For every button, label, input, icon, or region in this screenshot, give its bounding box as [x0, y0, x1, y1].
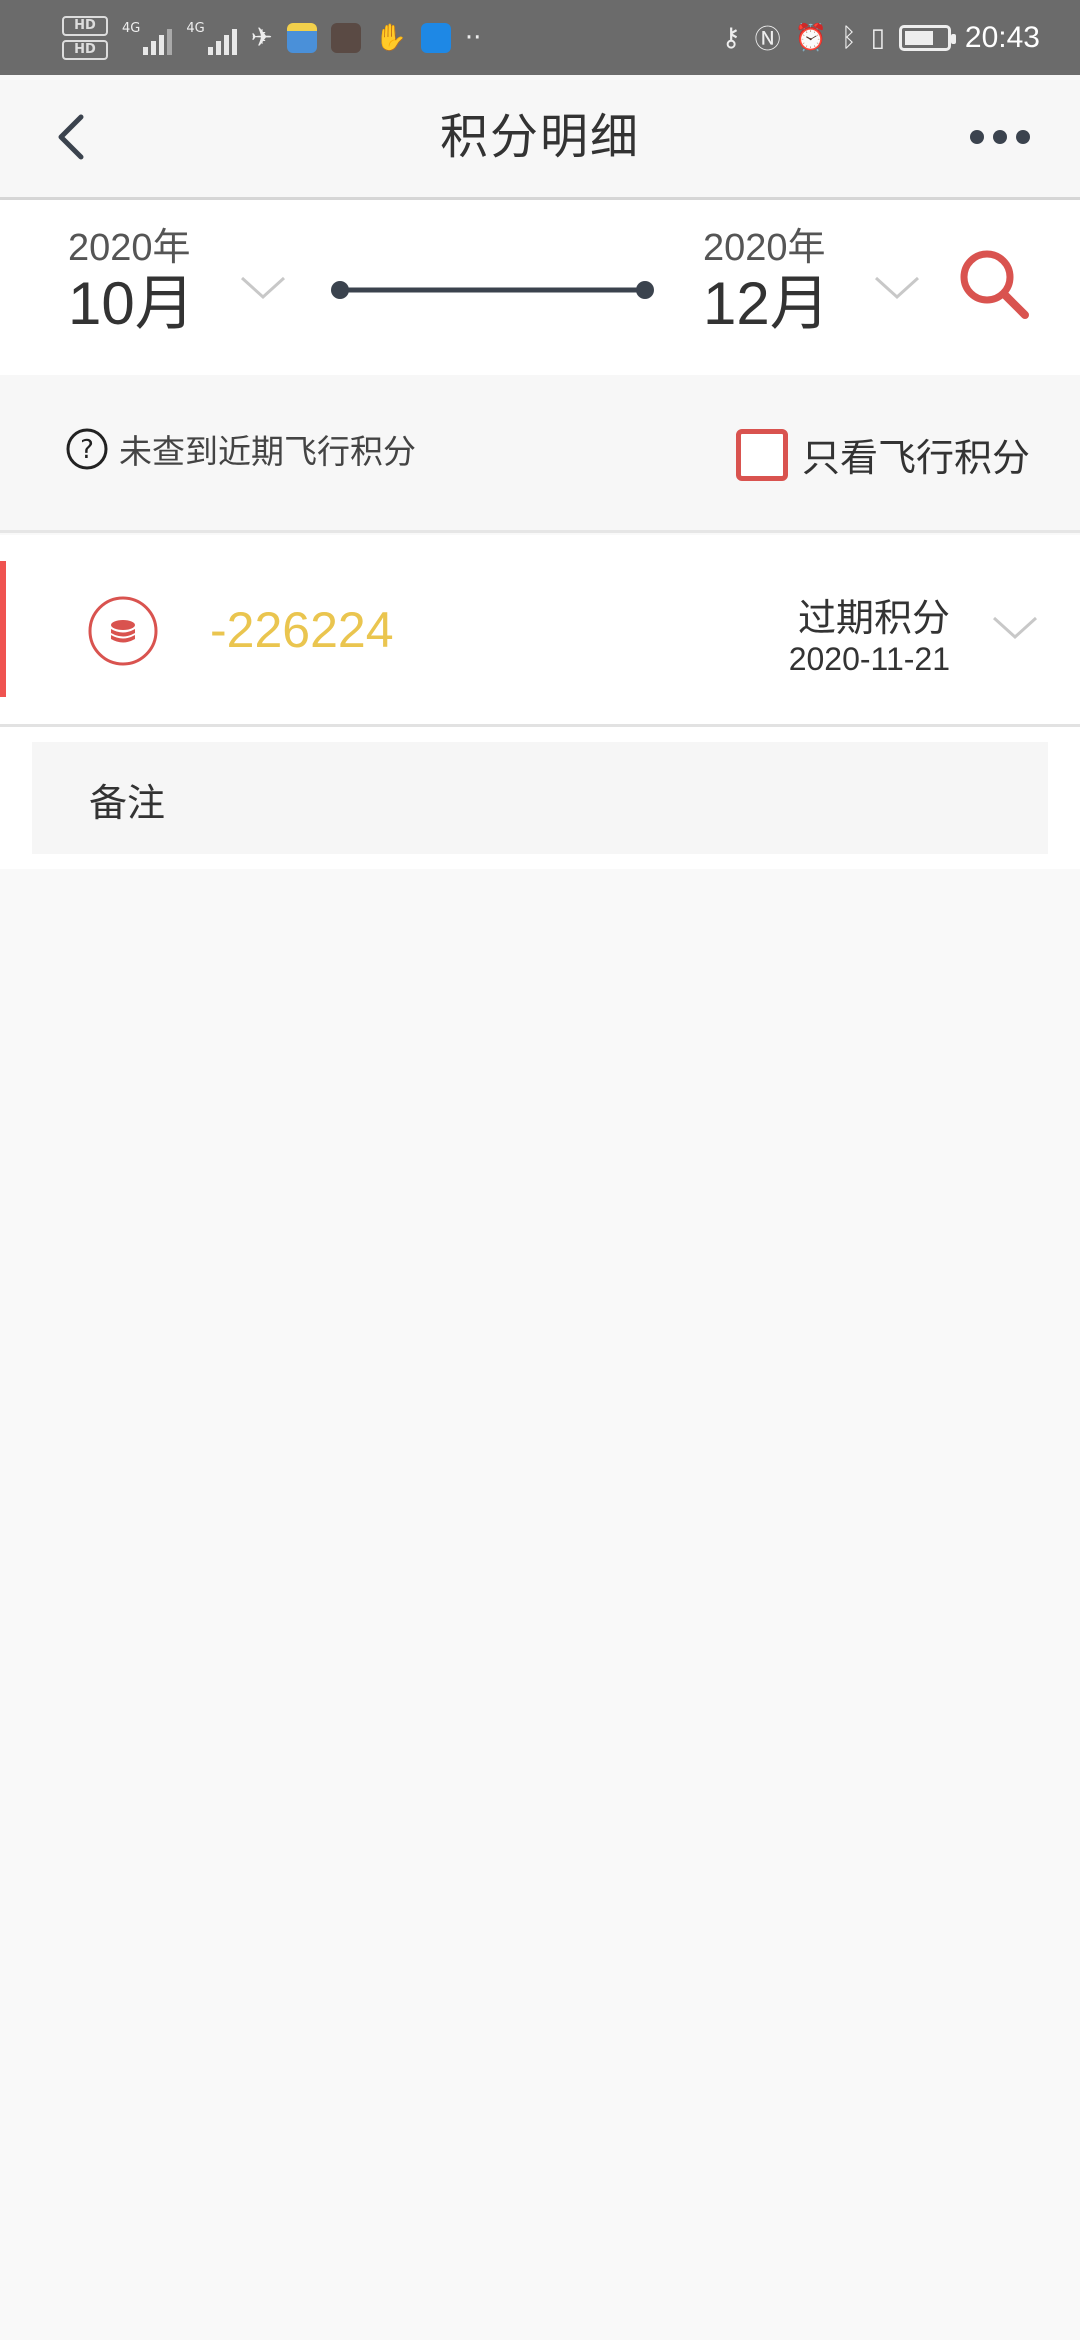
hand-icon: ✋ — [374, 22, 407, 53]
points-record-row[interactable]: -226224 过期积分 2020-11-21 — [0, 535, 1080, 727]
alarm-icon: ⏰ — [794, 22, 827, 53]
start-month: 10月 — [68, 270, 195, 337]
hd-label-2: HD — [62, 39, 108, 60]
record-type: 过期积分 — [797, 596, 950, 640]
signal-icon-2: 4G — [186, 20, 237, 55]
question-circle-icon: ? — [66, 428, 108, 470]
svg-text:?: ? — [80, 435, 94, 465]
bluetooth-icon: ᛒ — [841, 22, 857, 53]
status-bar-right: ⚷ Ⓝ ⏰ ᛒ ▯ 20:43 — [722, 19, 1040, 56]
more-notifications-icon: ·· — [464, 22, 482, 53]
hd-indicator: HD HD — [62, 15, 108, 60]
start-date-picker[interactable]: 2020年 10月 — [68, 225, 195, 337]
start-year: 2020年 — [68, 227, 191, 269]
note-label: 备注 — [89, 781, 166, 825]
clock: 20:43 — [964, 20, 1040, 54]
signal-icon-1: 4G — [122, 20, 173, 55]
only-flight-label: 只看飞行积分 — [801, 436, 1030, 480]
vibrate-icon: ▯ — [870, 22, 885, 53]
flight-points-hint[interactable]: ? 未查到近期飞行积分 — [65, 425, 416, 473]
only-flight-points-toggle[interactable]: 只看飞行积分 — [735, 427, 1030, 482]
range-connector — [331, 281, 654, 299]
status-bar: HD HD 4G 4G ✈ ✋ ·· ⚷ Ⓝ ⏰ ᛒ ▯ 20:43 — [0, 0, 1080, 75]
end-month: 12月 — [703, 270, 830, 337]
message-app-icon — [286, 22, 317, 53]
search-icon[interactable] — [955, 245, 1035, 325]
date-range-bar: 2020年 10月 2020年 12月 — [0, 200, 1080, 375]
note-panel: 备注 — [32, 742, 1048, 854]
avatar-app-icon — [330, 22, 361, 53]
record-expand-chevron-icon[interactable] — [990, 612, 1040, 642]
network-type-2: 4G — [186, 20, 205, 36]
end-date-picker[interactable]: 2020年 12月 — [703, 225, 830, 337]
record-date: 2020-11-21 — [788, 641, 950, 677]
hd-label-1: HD — [62, 15, 108, 36]
coin-stack-icon — [88, 596, 158, 666]
nfc-icon: Ⓝ — [754, 25, 781, 55]
nav-bar: 积分明细 — [0, 75, 1080, 200]
points-value: -226224 — [210, 602, 394, 658]
only-flight-checkbox[interactable] — [735, 428, 788, 481]
start-dropdown-chevron-icon[interactable] — [238, 272, 288, 302]
status-bar-left: HD HD 4G 4G ✈ ✋ ·· — [62, 15, 482, 60]
record-detail: 备注 — [0, 727, 1080, 869]
filter-row: ? 未查到近期飞行积分 只看飞行积分 — [0, 375, 1080, 533]
key-icon: ⚷ — [721, 22, 741, 53]
end-year: 2020年 — [703, 227, 826, 269]
more-dots-icon[interactable] — [960, 117, 1040, 157]
battery-icon — [898, 24, 956, 51]
send-icon: ✈ — [250, 22, 273, 53]
network-type-1: 4G — [122, 20, 141, 36]
hint-text: 未查到近期飞行积分 — [119, 432, 416, 471]
record-accent-bar — [0, 561, 6, 697]
end-dropdown-chevron-icon[interactable] — [872, 272, 922, 302]
airline-app-icon — [420, 22, 451, 53]
page-title: 积分明细 — [439, 109, 640, 165]
